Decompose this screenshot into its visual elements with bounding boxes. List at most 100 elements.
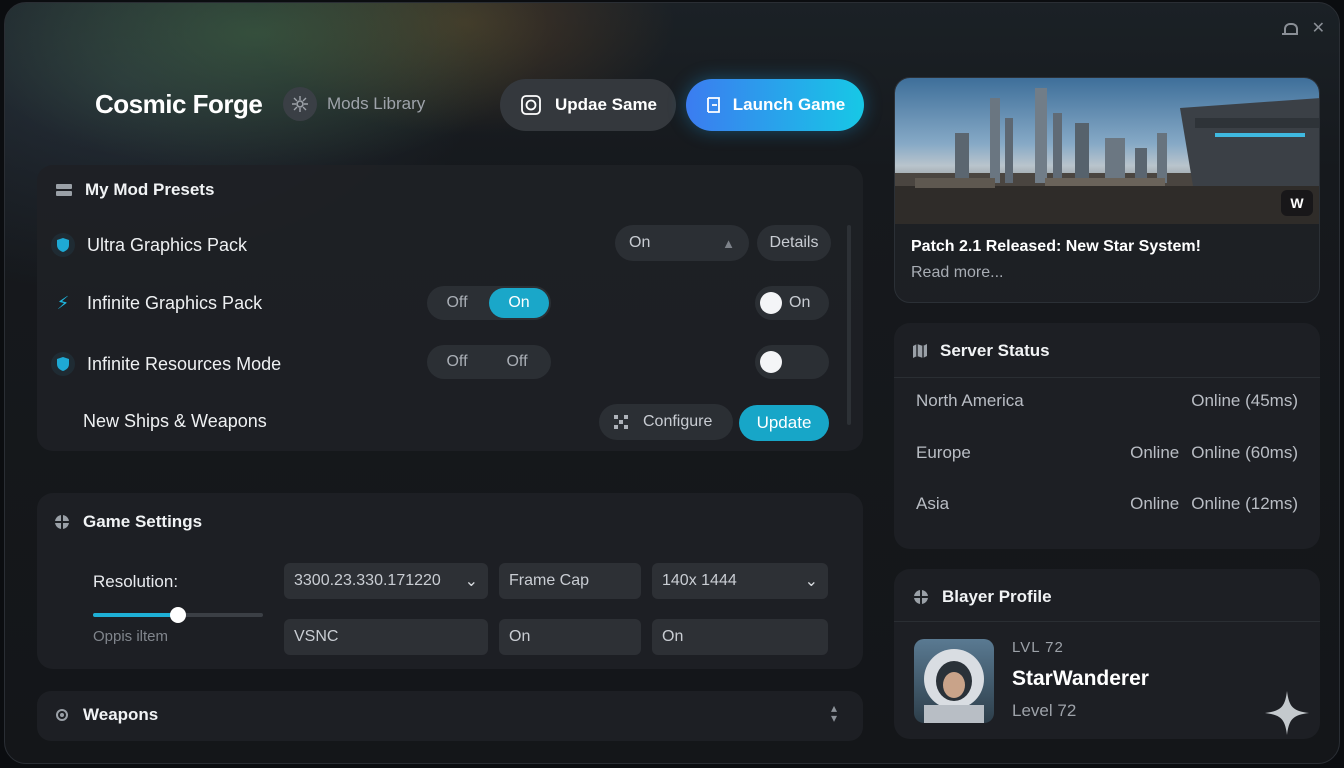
chevron-down-icon: ⌄: [464, 573, 478, 590]
mod-presets-header: My Mod Presets: [55, 180, 214, 200]
preset-row-infinite-resources: Infinite Resources Mode: [51, 352, 281, 376]
news-logo: W: [1281, 190, 1313, 216]
switch-on-option[interactable]: Off: [487, 353, 547, 371]
lightning-icon: ⚡: [56, 293, 70, 313]
news-card[interactable]: W Patch 2.1 Released: New Star System! R…: [894, 77, 1320, 303]
player-profile-header: Blayer Profile: [912, 587, 1052, 607]
avatar[interactable]: [914, 639, 994, 723]
server-latency: Online (12ms): [1191, 494, 1298, 513]
preset-label: Ultra Graphics Pack: [87, 234, 248, 255]
weapons-header: Weapons: [53, 705, 158, 725]
server-status-header: Server Status: [912, 341, 1050, 361]
launch-icon: [706, 97, 720, 113]
player-level: Level 72: [1012, 701, 1077, 720]
presets-icon: [56, 184, 72, 196]
gear-icon: [56, 709, 68, 721]
vsync-field: VSNC: [284, 619, 488, 655]
server-row: Europe Online Online (60ms): [916, 443, 1298, 463]
server-row: North America Online (45ms): [916, 391, 1298, 411]
resolution-value: 3300.23.330.171220: [294, 572, 441, 589]
level-tag: LVL 72: [1012, 639, 1064, 656]
infinite-resources-toggle[interactable]: [755, 345, 829, 379]
game-settings-title: Game Settings: [83, 512, 203, 531]
update-game-label: Updae Same: [554, 95, 658, 114]
weapons-section[interactable]: [37, 691, 863, 741]
window-controls: ✕: [1281, 21, 1325, 37]
divider: [894, 621, 1320, 622]
close-icon[interactable]: ✕: [1312, 21, 1325, 37]
toggle-knob: [760, 292, 782, 314]
switch-off-option[interactable]: Off: [427, 353, 487, 371]
vsync-label: VSNC: [294, 628, 339, 645]
news-image: W: [895, 78, 1319, 224]
server-region: Asia: [916, 494, 950, 513]
pin-icon: ▲: [722, 235, 735, 251]
server-latency: Online (45ms): [1191, 391, 1298, 410]
switch-on-option[interactable]: On: [489, 288, 549, 318]
vsync-value-field-2[interactable]: On: [652, 619, 828, 655]
camera-icon: [521, 95, 541, 115]
bell-icon[interactable]: [1281, 22, 1298, 36]
news-title: Patch 2.1 Released: New Star System!: [911, 238, 1201, 255]
frame-cap-label: Frame Cap: [509, 572, 590, 589]
preset-row-ultra-graphics: Ultra Graphics Pack: [51, 233, 247, 257]
mod-presets-title: My Mod Presets: [85, 180, 215, 199]
server-status-card: Server Status North America Online (45ms…: [894, 323, 1320, 549]
preset-row-infinite-graphics: ⚡ Infinite Graphics Pack: [51, 293, 262, 314]
chevron-down-icon: ⌄: [804, 573, 818, 590]
preset-label: New Ships & Weapons: [83, 411, 267, 431]
app-window: ✕ Cosmic Forge Mods Library Updae Same L…: [4, 2, 1340, 764]
frame-cap-select[interactable]: 140x 1444 ⌄: [652, 563, 828, 599]
map-icon: [913, 344, 927, 358]
mods-library-link[interactable]: Mods Library: [283, 87, 425, 121]
presets-scrollbar[interactable]: [847, 225, 851, 425]
infinite-graphics-switch[interactable]: Off On: [427, 286, 551, 320]
update-button[interactable]: Update: [739, 405, 829, 441]
switch-off-option[interactable]: Off: [427, 294, 487, 312]
resolution-label: Resolution:: [93, 572, 179, 591]
server-region: North America: [916, 391, 1024, 410]
server-status-title: Server Status: [940, 341, 1050, 360]
player-profile-title: Blayer Profile: [942, 587, 1052, 606]
configure-button[interactable]: Configure: [599, 404, 733, 440]
update-game-button[interactable]: Updae Same: [500, 79, 676, 131]
sparkle-icon: [1265, 691, 1309, 735]
launch-game-button[interactable]: Launch Game: [686, 79, 864, 131]
details-label: Details: [769, 234, 819, 251]
details-button[interactable]: Details: [757, 225, 831, 261]
divider: [894, 377, 1320, 378]
resolution-slider[interactable]: [93, 607, 263, 623]
mods-library-icon: [283, 87, 317, 121]
ultra-graphics-state[interactable]: On ▲: [615, 225, 749, 261]
toggle-label: On: [789, 294, 811, 311]
grid-icon: [614, 415, 628, 429]
mods-library-label: Mods Library: [327, 94, 426, 113]
crosshair-icon: [913, 589, 929, 605]
game-settings-header: Game Settings: [53, 512, 202, 532]
server-status: Online: [1130, 494, 1180, 513]
vsync-value-field[interactable]: On: [499, 619, 641, 655]
shield-icon: [51, 352, 75, 376]
vsync-value: On: [509, 628, 531, 645]
configure-label: Configure: [643, 413, 713, 430]
slider-fill: [93, 613, 178, 617]
update-label: Update: [756, 413, 812, 432]
server-latency: Online (60ms): [1191, 443, 1298, 462]
state-label: On: [629, 234, 651, 251]
server-region: Europe: [916, 443, 971, 462]
resolution-select[interactable]: 3300.23.330.171220 ⌄: [284, 563, 488, 599]
shield-icon: [51, 233, 75, 257]
read-more-link[interactable]: Read more...: [911, 264, 1003, 282]
infinite-graphics-toggle[interactable]: On: [755, 286, 829, 320]
vsync-value-2: On: [662, 628, 684, 645]
slider-thumb[interactable]: [170, 607, 186, 623]
launch-game-label: Launch Game: [732, 95, 846, 114]
player-name: StarWanderer: [1012, 667, 1149, 690]
server-row: Asia Online Online (12ms): [916, 494, 1298, 514]
crosshair-icon: [54, 514, 70, 530]
preset-label: Infinite Resources Mode: [87, 353, 282, 374]
expand-icon[interactable]: ▴ ▾: [831, 702, 837, 724]
preset-row-new-ships: New Ships & Weapons: [83, 411, 267, 432]
infinite-resources-switch[interactable]: Off Off: [427, 345, 551, 379]
slider-caption: Oppis iltem: [93, 628, 169, 645]
